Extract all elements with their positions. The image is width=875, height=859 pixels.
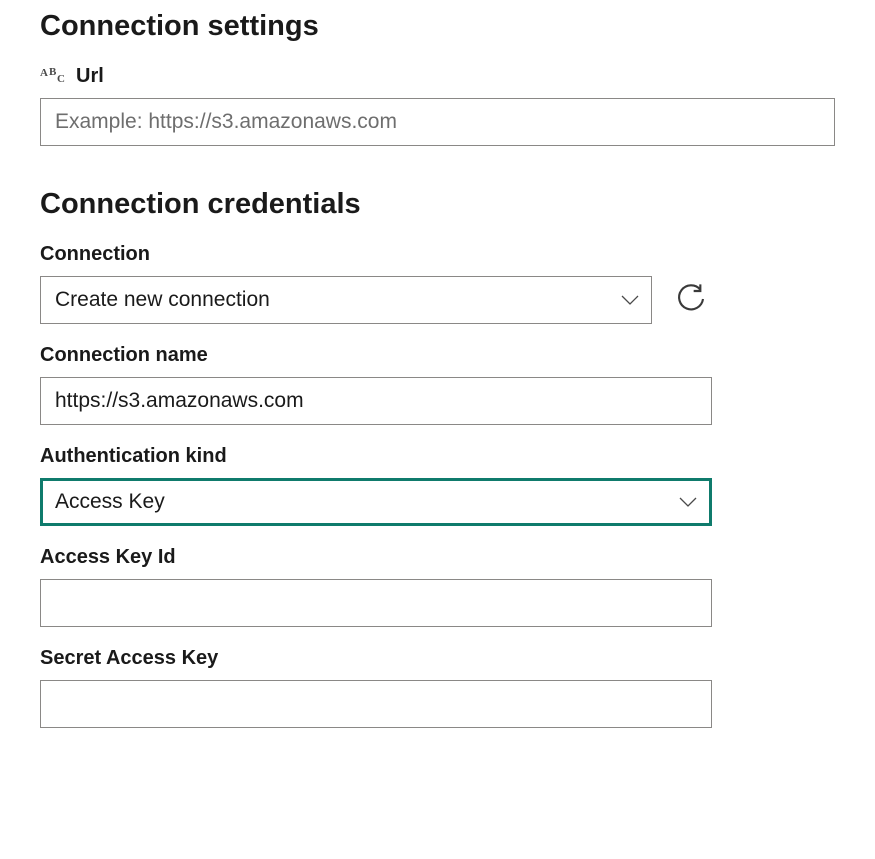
connection-dropdown-value: Create new connection — [55, 288, 270, 312]
auth-kind-field-group: Authentication kind Access Key — [40, 445, 712, 526]
url-label: A B C Url — [40, 65, 835, 88]
svg-text:B: B — [49, 67, 57, 78]
chevron-down-icon — [621, 288, 639, 312]
auth-kind-label: Authentication kind — [40, 445, 712, 468]
access-key-id-input[interactable] — [40, 579, 712, 627]
access-key-id-field-group: Access Key Id — [40, 546, 712, 627]
secret-access-key-label: Secret Access Key — [40, 647, 712, 670]
connection-label: Connection — [40, 243, 712, 266]
chevron-down-icon — [679, 490, 697, 514]
refresh-icon — [675, 283, 707, 318]
refresh-button[interactable] — [670, 279, 712, 321]
access-key-id-label-text: Access Key Id — [40, 546, 176, 569]
url-input[interactable] — [40, 98, 835, 146]
svg-text:C: C — [57, 73, 65, 85]
secret-access-key-field-group: Secret Access Key — [40, 647, 712, 728]
abc-type-icon: A B C — [40, 67, 68, 87]
secret-access-key-input[interactable] — [40, 680, 712, 728]
access-key-id-label: Access Key Id — [40, 546, 712, 569]
auth-kind-dropdown[interactable]: Access Key — [40, 478, 712, 526]
connection-name-label-text: Connection name — [40, 344, 208, 367]
url-label-text: Url — [76, 65, 104, 88]
secret-access-key-label-text: Secret Access Key — [40, 647, 218, 670]
auth-kind-dropdown-value: Access Key — [55, 490, 165, 514]
connection-dropdown[interactable]: Create new connection — [40, 276, 652, 324]
url-field-group: A B C Url — [40, 65, 835, 146]
connection-credentials-title: Connection credentials — [40, 188, 835, 221]
connection-name-input[interactable] — [40, 377, 712, 425]
connection-settings-title: Connection settings — [40, 10, 835, 43]
connection-name-label: Connection name — [40, 344, 712, 367]
connection-field-group: Connection Create new connection — [40, 243, 712, 324]
connection-name-field-group: Connection name — [40, 344, 712, 425]
connection-label-text: Connection — [40, 243, 150, 266]
svg-text:A: A — [40, 67, 48, 79]
auth-kind-label-text: Authentication kind — [40, 445, 227, 468]
